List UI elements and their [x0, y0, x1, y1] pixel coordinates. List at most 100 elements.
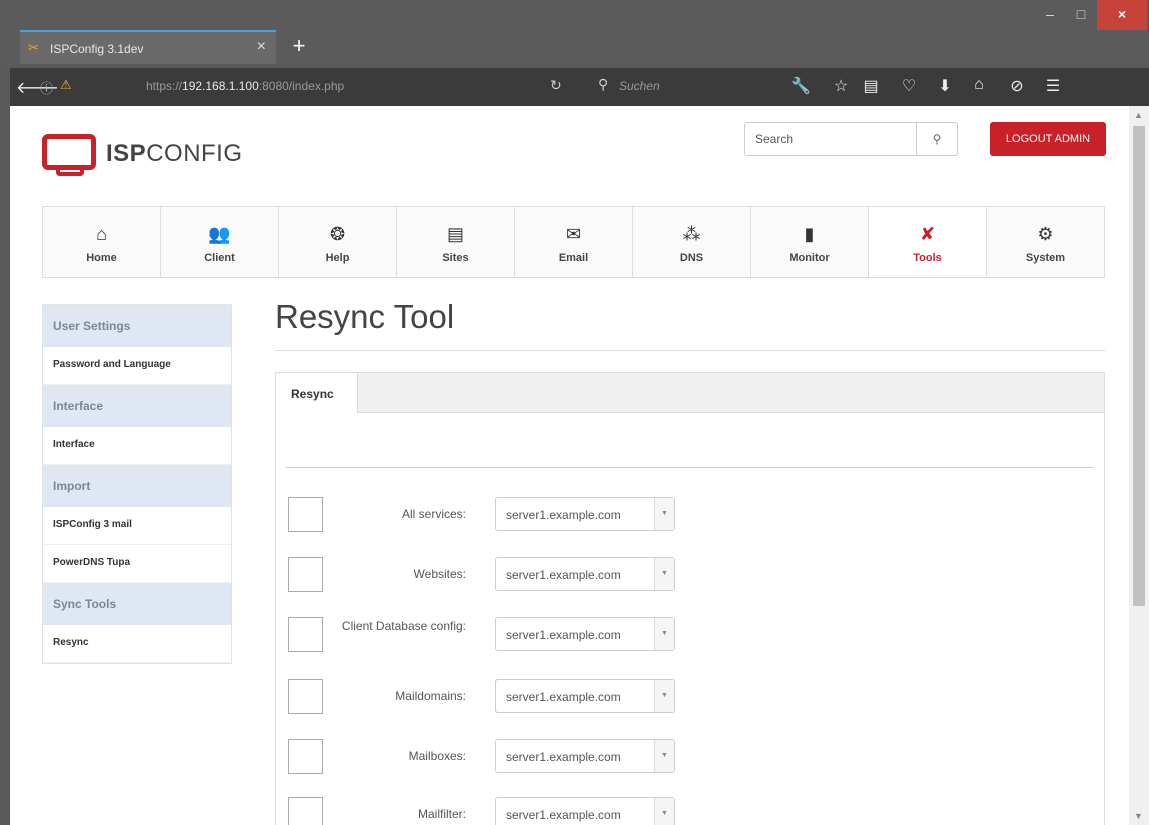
browser-search-input[interactable]: ⚲ Suchen	[593, 73, 773, 101]
tools-icon: ✘	[919, 224, 936, 244]
tab-title: ISPConfig 3.1dev	[50, 42, 144, 56]
title-bar: ✂ ISPConfig 3.1dev × + – □ ×	[0, 0, 1149, 64]
logo-text: ISPCONFIG	[106, 140, 243, 168]
dns-icon: ⁂	[682, 224, 701, 244]
nav-home[interactable]: ⌂ Home	[43, 207, 161, 277]
mailfilter-select[interactable]: server1.example.com ▼	[495, 797, 675, 825]
lifebuoy-icon: ❂	[329, 224, 346, 244]
maildomains-select[interactable]: server1.example.com ▼	[495, 679, 675, 713]
form-divider	[286, 467, 1094, 468]
bookmark-star-icon[interactable]: ☆	[830, 76, 852, 96]
reader-view-icon[interactable]: ▤	[860, 76, 882, 96]
menu-icon[interactable]: ☰	[1042, 76, 1064, 96]
nav-label: Help	[325, 252, 350, 264]
mailfilter-checkbox[interactable]	[288, 797, 323, 825]
nav-label: Sites	[442, 252, 469, 264]
gear-icon: ⚙	[1037, 224, 1054, 244]
websites-checkbox[interactable]	[288, 557, 323, 592]
nav-sites[interactable]: ▤ Sites	[397, 207, 515, 277]
site-search-input[interactable]: Search	[745, 123, 917, 155]
nav-label: Client	[204, 252, 235, 264]
home-browser-icon[interactable]: ⌂	[968, 76, 990, 94]
scroll-up-icon[interactable]: ▲	[1134, 110, 1143, 120]
sidebar-item-ispconfig-mail[interactable]: ISPConfig 3 mail	[43, 507, 231, 545]
form-row-maildomains: Maildomains: server1.example.com ▼	[276, 679, 1104, 719]
title-divider	[275, 350, 1105, 351]
nav-label: System	[1025, 252, 1066, 264]
field-label: Mailboxes:	[408, 749, 466, 763]
nav-dns[interactable]: ⁂ DNS	[633, 207, 751, 277]
mailboxes-checkbox[interactable]	[288, 739, 323, 774]
users-icon: 👥	[208, 224, 231, 244]
email-icon: ✉	[565, 224, 582, 244]
nav-client[interactable]: 👥 Client	[161, 207, 279, 277]
lock-warning-icon[interactable]: ⚠	[60, 77, 72, 93]
sidebar-group-title: Import	[43, 465, 231, 507]
chevron-down-icon: ▼	[654, 798, 674, 825]
client-db-select[interactable]: server1.example.com ▼	[495, 617, 675, 651]
all-services-checkbox[interactable]	[288, 497, 323, 532]
chevron-down-icon: ▼	[654, 618, 674, 650]
maximize-button[interactable]: □	[1066, 0, 1096, 30]
sidebar-item-interface[interactable]: Interface	[43, 427, 231, 465]
client-db-checkbox[interactable]	[288, 617, 323, 652]
mailboxes-select[interactable]: server1.example.com ▼	[495, 739, 675, 773]
scrollbar-thumb[interactable]	[1133, 126, 1145, 606]
url-host: 192.168.1.100	[182, 79, 259, 93]
browser-tab[interactable]: ✂ ISPConfig 3.1dev ×	[20, 30, 276, 64]
tab-close-icon[interactable]: ×	[257, 38, 266, 56]
sidebar-item-resync[interactable]: Resync	[43, 625, 231, 663]
all-services-select[interactable]: server1.example.com ▼	[495, 497, 675, 531]
chevron-down-icon: ▼	[654, 740, 674, 772]
new-tab-button[interactable]: +	[286, 34, 312, 60]
sidebar-item-powerdns[interactable]: PowerDNS Tupa	[43, 545, 231, 583]
nav-monitor[interactable]: ▮ Monitor	[751, 207, 869, 277]
info-icon[interactable]: ⓘ	[40, 78, 53, 97]
websites-select[interactable]: server1.example.com ▼	[495, 557, 675, 591]
nav-system[interactable]: ⚙ System	[987, 207, 1104, 277]
nav-tools[interactable]: ✘ Tools	[869, 207, 987, 277]
field-label: Client Database config:	[341, 619, 466, 633]
reload-icon[interactable]: ↻	[550, 77, 562, 94]
minimize-button[interactable]: –	[1035, 0, 1065, 30]
sidebar-item-password-language[interactable]: Password and Language	[43, 347, 231, 385]
browser-window: ✂ ISPConfig 3.1dev × + – □ × 🡐 ⓘ ⚠ https…	[0, 0, 1149, 825]
search-icon: ⚲	[598, 76, 609, 92]
form-row-mailboxes: Mailboxes: server1.example.com ▼	[276, 739, 1104, 779]
resync-panel: Resync All services: server1.example.com…	[275, 372, 1105, 825]
tab-resync[interactable]: Resync	[276, 373, 358, 414]
url-bar[interactable]: https://192.168.1.100:8080/index.php	[146, 79, 344, 93]
panel-tabs: Resync	[276, 373, 1104, 414]
addon-icon[interactable]: ⊘	[1006, 76, 1028, 96]
nav-email[interactable]: ✉ Email	[515, 207, 633, 277]
ispconfig-favicon-icon: ✂	[28, 40, 39, 55]
page-content: ISPCONFIG Search ⚲ LOGOUT ADMIN ⌂ Home 👥 C…	[10, 106, 1129, 825]
page-scrollbar[interactable]: ▲ ▼	[1129, 106, 1149, 825]
chevron-down-icon: ▼	[654, 558, 674, 590]
browser-search-placeholder: Suchen	[619, 79, 660, 93]
form-row-client-db: Client Database config: server1.example.…	[276, 617, 1104, 657]
pocket-icon[interactable]: ♡	[898, 76, 920, 96]
field-label: All services:	[401, 507, 466, 521]
select-value: server1.example.com	[506, 568, 621, 582]
maildomains-checkbox[interactable]	[288, 679, 323, 714]
monitor-icon: ▮	[804, 224, 815, 244]
logout-button[interactable]: LOGOUT ADMIN	[990, 122, 1106, 156]
nav-help[interactable]: ❂ Help	[279, 207, 397, 277]
select-value: server1.example.com	[506, 690, 621, 704]
wrench-icon[interactable]: 🔧	[790, 76, 812, 96]
close-window-button[interactable]: ×	[1097, 0, 1147, 30]
scroll-down-icon[interactable]: ▼	[1134, 811, 1143, 821]
monitor-logo-icon	[42, 134, 96, 170]
download-icon[interactable]: ⬇	[934, 76, 956, 96]
chevron-down-icon: ▼	[654, 680, 674, 712]
site-search: Search ⚲	[744, 122, 958, 156]
site-search-button[interactable]: ⚲	[917, 123, 957, 155]
nav-label: Home	[86, 252, 117, 264]
home-icon: ⌂	[96, 224, 107, 244]
search-icon: ⚲	[932, 132, 942, 146]
nav-label: Email	[558, 252, 589, 264]
form-row-websites: Websites: server1.example.com ▼	[276, 557, 1104, 597]
field-label: Mailfilter:	[417, 807, 466, 821]
monitor-logo-stand	[56, 170, 84, 176]
